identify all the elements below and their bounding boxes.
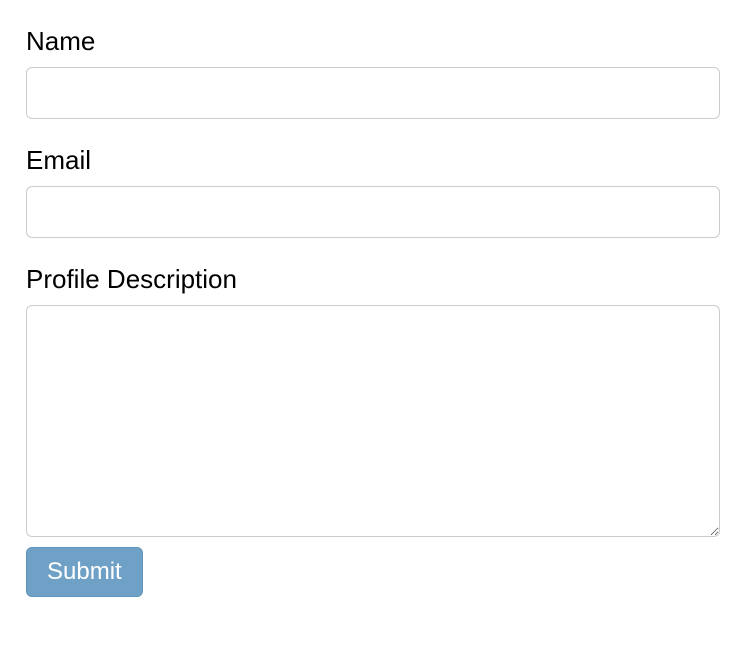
submit-button[interactable]: Submit	[26, 547, 143, 597]
submit-wrap: Submit	[26, 547, 720, 597]
email-group: Email	[26, 145, 720, 238]
profile-form: Name Email Profile Description Submit	[26, 26, 720, 597]
profile-description-textarea[interactable]	[26, 305, 720, 537]
profile-description-group: Profile Description	[26, 264, 720, 537]
email-label: Email	[26, 145, 720, 176]
name-input[interactable]	[26, 67, 720, 119]
email-input[interactable]	[26, 186, 720, 238]
name-group: Name	[26, 26, 720, 119]
profile-description-label: Profile Description	[26, 264, 720, 295]
name-label: Name	[26, 26, 720, 57]
